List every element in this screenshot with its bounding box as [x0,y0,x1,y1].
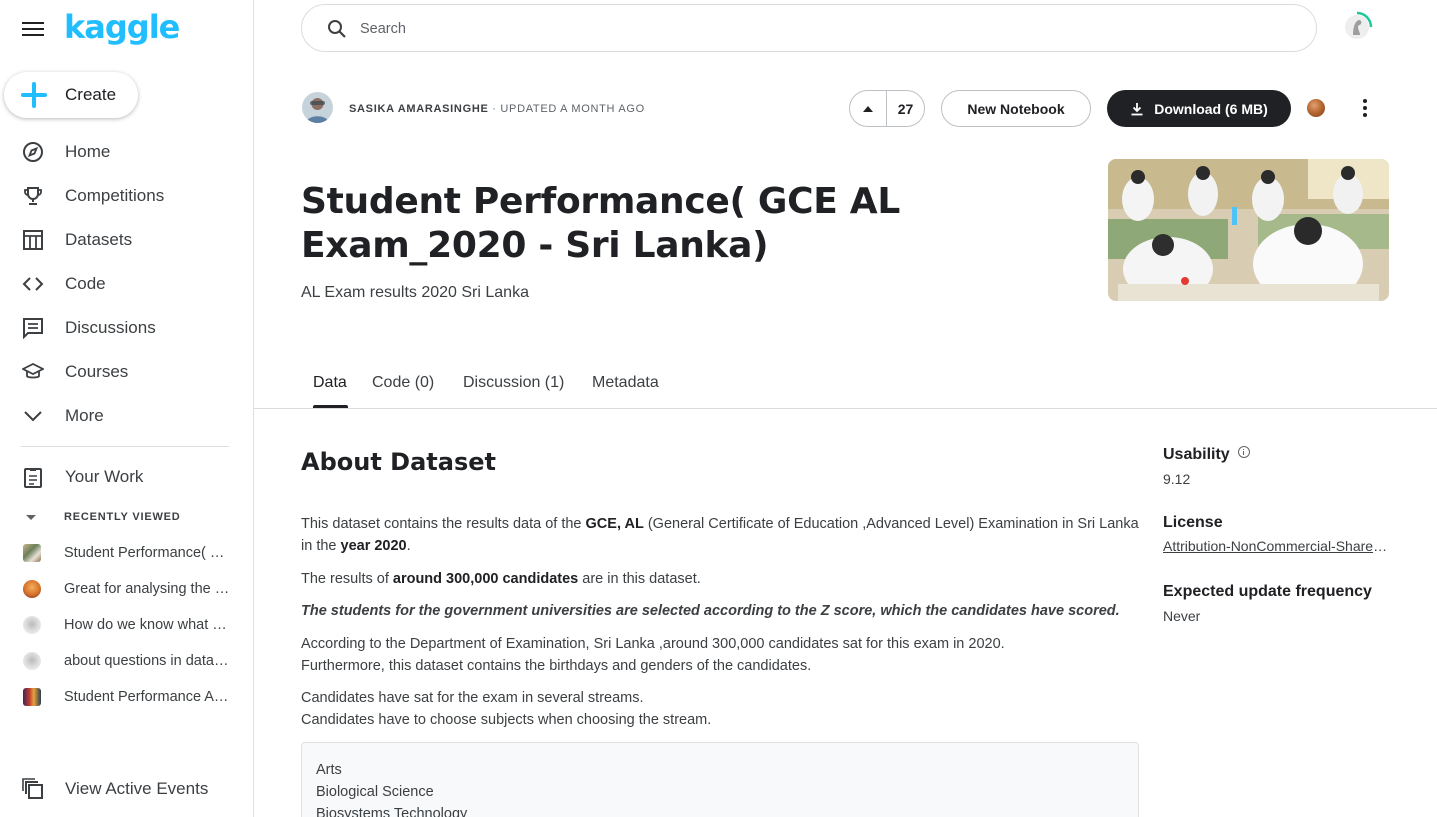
stream-item: Biosystems Technology [316,806,468,817]
download-label: Download (6 MB) [1154,100,1268,117]
license-link[interactable]: Attribution-NonCommercial-ShareAlike 4.0… [1163,538,1389,554]
description-paragraph: This dataset contains the results data o… [301,516,1139,554]
tab-bar: Data Code (0) Discussion (1) Metadata [254,368,1437,409]
streams-code-block: Arts Biological Science Biosystems Techn… [301,742,1139,817]
code-brackets-icon [22,273,44,295]
upvote-button[interactable] [850,91,887,126]
recent-item[interactable]: Great for analysing the performance [0,574,253,604]
sidebar-item-home[interactable]: Home [0,132,253,172]
page-subtitle: AL Exam results 2020 Sri Lanka [301,284,529,301]
updated-text: · UPDATED A MONTH AGO [488,103,645,115]
author-avatar[interactable] [302,92,333,123]
stream-item: Biological Science [316,784,434,800]
page-title: Student Performance( GCE AL Exam_2020 - … [301,181,900,266]
plus-icon [20,81,48,109]
sidebar-item-more[interactable]: More [0,396,253,436]
search-icon [327,19,347,39]
table-icon [22,229,44,251]
author-name-link[interactable]: SASIKA AMARASINGHE [349,103,489,115]
recent-item[interactable]: How do we know what the [0,610,253,640]
recent-item[interactable]: Student Performance Analysis [0,682,253,712]
author-line: SASIKA AMARASINGHE · UPDATED A MONTH AGO [349,103,645,115]
tab-metadata[interactable]: Metadata [592,374,659,392]
sidebar-item-your-work[interactable]: Your Work [0,457,253,497]
recently-viewed-label: RECENTLY VIEWED [64,511,181,523]
clipboard-list-icon [22,466,44,488]
recent-item-label: about questions in dataset [64,653,230,669]
update-frequency-label: Expected update frequency [1163,583,1372,600]
trophy-icon [22,185,44,207]
active-tab-indicator [313,405,348,408]
sidebar-item-code[interactable]: Code [0,264,253,304]
create-button[interactable]: Create [4,72,138,118]
hamburger-menu-icon[interactable] [22,19,44,37]
dataset-cover-image [1108,159,1389,301]
recent-item-label: Student Performance Analysis [64,689,230,705]
description-paragraph: Candidates have sat for the exam in seve… [301,690,712,728]
sidebar-item-label: Your Work [65,467,144,486]
info-icon[interactable] [1237,446,1250,458]
tab-code[interactable]: Code (0) [372,374,434,392]
dataset-thumbnail [23,688,41,706]
download-button[interactable]: Download (6 MB) [1107,90,1291,127]
sidebar-item-label: Discussions [65,318,156,337]
sidebar-divider [21,446,229,447]
chevron-down-icon [22,405,44,427]
caret-down-icon [26,514,36,520]
download-icon [1130,102,1144,116]
usability-value: 9.12 [1163,471,1191,487]
compass-icon [22,141,44,163]
recent-item-label: Great for analysing the performance [64,581,230,597]
tab-discussion[interactable]: Discussion (1) [463,374,564,392]
graduation-cap-icon [22,361,44,383]
description-paragraph: According to the Department of Examinati… [301,636,1005,674]
sidebar: kaggle Create Home Competitions Datasets… [0,0,254,817]
recently-viewed-toggle[interactable]: RECENTLY VIEWED [22,508,180,526]
search-input[interactable] [360,17,1260,41]
sidebar-item-courses[interactable]: Courses [0,352,253,392]
bronze-medal-icon [1307,99,1325,117]
view-active-events-button[interactable]: View Active Events [0,769,253,809]
license-label: License [1163,514,1223,531]
sidebar-item-label: Datasets [65,230,133,249]
vote-control: 27 [849,90,925,127]
stacked-windows-icon [22,778,44,800]
sidebar-item-label: View Active Events [65,779,209,798]
stream-item: Arts [316,762,342,778]
about-heading: About Dataset [301,448,496,476]
new-notebook-button[interactable]: New Notebook [941,90,1091,127]
sidebar-item-label: Home [65,142,111,161]
sidebar-item-datasets[interactable]: Datasets [0,220,253,260]
sidebar-item-discussions[interactable]: Discussions [0,308,253,348]
update-frequency-value: Never [1163,608,1201,624]
kaggle-logo[interactable]: kaggle [64,8,180,46]
sidebar-item-label: Code [65,274,106,293]
description-paragraph: The results of around 300,000 candidates… [301,571,701,587]
recent-item[interactable]: Student Performance( GCE AL Exam_2020 - … [0,538,253,568]
tab-data[interactable]: Data [313,374,347,392]
dataset-thumbnail [23,544,41,562]
sidebar-item-label: Courses [65,362,129,381]
user-avatar [23,616,41,634]
arrow-up-icon [863,105,873,112]
create-label: Create [65,85,117,104]
profile-avatar[interactable] [1341,11,1373,43]
search-bar[interactable] [301,4,1317,52]
description-paragraph: The students for the government universi… [301,603,1120,619]
sidebar-item-competitions[interactable]: Competitions [0,176,253,216]
more-options-icon[interactable] [1356,96,1374,120]
vote-count: 27 [897,100,914,117]
sidebar-item-label: Competitions [65,186,165,205]
usability-label: Usability [1163,446,1250,464]
user-avatar [23,580,41,598]
user-avatar [23,652,41,670]
chat-lines-icon [22,317,44,339]
sidebar-item-label: More [65,406,104,425]
recent-item-label: Student Performance( GCE AL Exam_2020 - … [64,545,230,561]
recent-item[interactable]: about questions in dataset [0,646,253,676]
recent-item-label: How do we know what the [64,617,230,633]
